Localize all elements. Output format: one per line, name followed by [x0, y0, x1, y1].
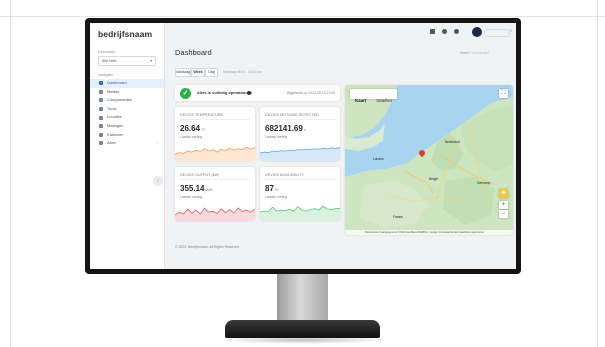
- status-card: ✓ Alles is volledig operationeel Bijgewe…: [175, 85, 340, 101]
- sparkline-temperature: [175, 146, 255, 161]
- page-left-rule: [10, 0, 11, 347]
- sidebar-item-locations[interactable]: Locaties: [90, 113, 164, 122]
- tab-day[interactable]: Dag: [205, 68, 218, 77]
- user-menu[interactable]: [484, 29, 510, 37]
- sidebar-item-components[interactable]: Componenten: [90, 96, 164, 105]
- site-select-value: Alle sites: [102, 59, 117, 63]
- dashboard-icon: [99, 81, 103, 86]
- sidebar-item-dashboard[interactable]: Dashboard: [90, 79, 164, 88]
- breadcrumb-current: Dashboard: [471, 51, 489, 55]
- chevron-right-icon: ›: [156, 140, 158, 146]
- measurements-icon: [99, 124, 103, 129]
- sparkline-motions: [260, 147, 340, 161]
- sidebar-item-tools[interactable]: Tools: [90, 105, 164, 114]
- avatar[interactable]: [472, 27, 482, 37]
- map-label-netherlands: Nederland: [445, 140, 460, 144]
- map-type-tabs: Kaart Satelliet: [350, 89, 397, 103]
- page-title: Dashboard: [175, 48, 212, 57]
- grid-icon[interactable]: [430, 29, 435, 34]
- tab-week[interactable]: Week: [191, 68, 205, 77]
- app-logo[interactable]: bedrijfsnaam: [98, 29, 152, 39]
- kpi-label: DEVICE OUTPUT (kW): [180, 173, 220, 177]
- street-view-icon[interactable]: ☻: [499, 189, 508, 198]
- status-time: Bijgewerkt op 2023-09-15 12:00: [287, 90, 336, 95]
- map-attribution[interactable]: Sneltoetsen Kaartgegevens ©2023 GeoBasis…: [345, 230, 513, 235]
- sidebar-item-calendar[interactable]: Kalender: [90, 131, 164, 140]
- bell-icon[interactable]: [442, 29, 447, 34]
- tab-map[interactable]: Kaart: [350, 96, 371, 106]
- page-top-rule: [0, 0, 605, 17]
- kpi-value: 26.64°C: [180, 124, 206, 133]
- sidebar-nav: Dashboard Meters Componenten Tools Locat…: [90, 79, 164, 148]
- sidebar-item-measurements[interactable]: Metingen: [90, 122, 164, 131]
- monitor: bedrijfsnaam Gebouwen Alle sites ▾ Navig…: [85, 18, 521, 274]
- meter-icon: [99, 89, 103, 94]
- site-select[interactable]: Alle sites ▾: [98, 56, 156, 66]
- kpi-divider: [180, 119, 250, 120]
- settings-icon[interactable]: [454, 29, 459, 34]
- tab-note: Vandaag 06:00 - 18:00 uur: [223, 69, 262, 74]
- kpi-card-temperature[interactable]: DEVICE TEMPERATURE 26.64°C Laatste metin…: [175, 107, 255, 161]
- sidebar-collapse-button[interactable]: ‹: [153, 176, 163, 186]
- kpi-divider: [265, 119, 335, 120]
- sidebar: bedrijfsnaam Gebouwen Alle sites ▾ Navig…: [90, 23, 165, 269]
- kpi-card-motions[interactable]: DEVICE MOTIONS DETECTED 682141.69x Laats…: [260, 107, 340, 161]
- monitor-stand-base: [225, 320, 380, 338]
- breadcrumb: Home / Dashboard: [460, 51, 488, 55]
- kpi-value: 355.14kWh: [180, 184, 213, 193]
- zoom-out-button[interactable]: −: [499, 210, 508, 218]
- chevron-right-icon[interactable]: ›: [510, 28, 512, 34]
- sidebar-caption-nav: Navigatie: [98, 73, 113, 77]
- status-text: Alles is volledig operationeel: [197, 90, 253, 95]
- kpi-label: DEVICE TEMPERATURE: [180, 113, 224, 117]
- map-widget[interactable]: Kaart Satelliet ⛶ Nederland België London…: [345, 85, 513, 235]
- chevron-down-icon: ▾: [149, 58, 152, 63]
- sidebar-item-meters[interactable]: Meters: [90, 88, 164, 97]
- zoom-in-button[interactable]: +: [499, 201, 508, 209]
- map-label-belgium: België: [429, 177, 438, 181]
- map-label-london: London: [373, 157, 384, 161]
- monitor-stand-neck: [277, 274, 328, 322]
- map-canvas[interactable]: [345, 85, 513, 235]
- status-dot: [247, 90, 251, 95]
- kpi-label: DEVICE MOTIONS DETECTED: [265, 113, 319, 117]
- kpi-divider: [180, 179, 250, 180]
- tools-icon: [99, 107, 103, 112]
- sidebar-item-all[interactable]: Alles ›: [90, 139, 164, 148]
- chevron-left-icon: ‹: [157, 178, 159, 184]
- breadcrumb-home[interactable]: Home: [460, 51, 469, 55]
- calendar-icon: [99, 132, 103, 137]
- kpi-value: 87%: [265, 184, 279, 193]
- tab-satellite[interactable]: Satelliet: [371, 96, 397, 106]
- sparkline-availability: [260, 205, 340, 221]
- fullscreen-icon[interactable]: ⛶: [499, 89, 508, 98]
- kpi-card-availability[interactable]: DEVICE AVAILABILITY 87% Laatste meting: [260, 167, 340, 221]
- kpi-card-output[interactable]: DEVICE OUTPUT (kW) 355.14kWh Laatste met…: [175, 167, 255, 221]
- kpi-divider: [265, 179, 335, 180]
- location-icon: [99, 115, 103, 120]
- tab-today[interactable]: Vandaag: [175, 68, 191, 77]
- sparkline-output: [175, 207, 255, 221]
- kpi-value: 682141.69x: [265, 124, 306, 133]
- sidebar-caption-sites: Gebouwen: [98, 50, 116, 54]
- check-icon: ✓: [180, 87, 191, 99]
- components-icon: [99, 98, 103, 103]
- map-label-germany: Germany: [477, 181, 491, 185]
- list-icon: [99, 141, 103, 146]
- kpi-label: DEVICE AVAILABILITY: [265, 173, 305, 177]
- monitor-screen: bedrijfsnaam Gebouwen Alle sites ▾ Navig…: [90, 23, 516, 269]
- map-label-france: France: [393, 215, 403, 219]
- topbar: [165, 23, 516, 42]
- footer-copyright: © 2023. Bedrijfsnaam. All Rights Reserve…: [175, 245, 241, 249]
- page-right-rule: [597, 0, 598, 347]
